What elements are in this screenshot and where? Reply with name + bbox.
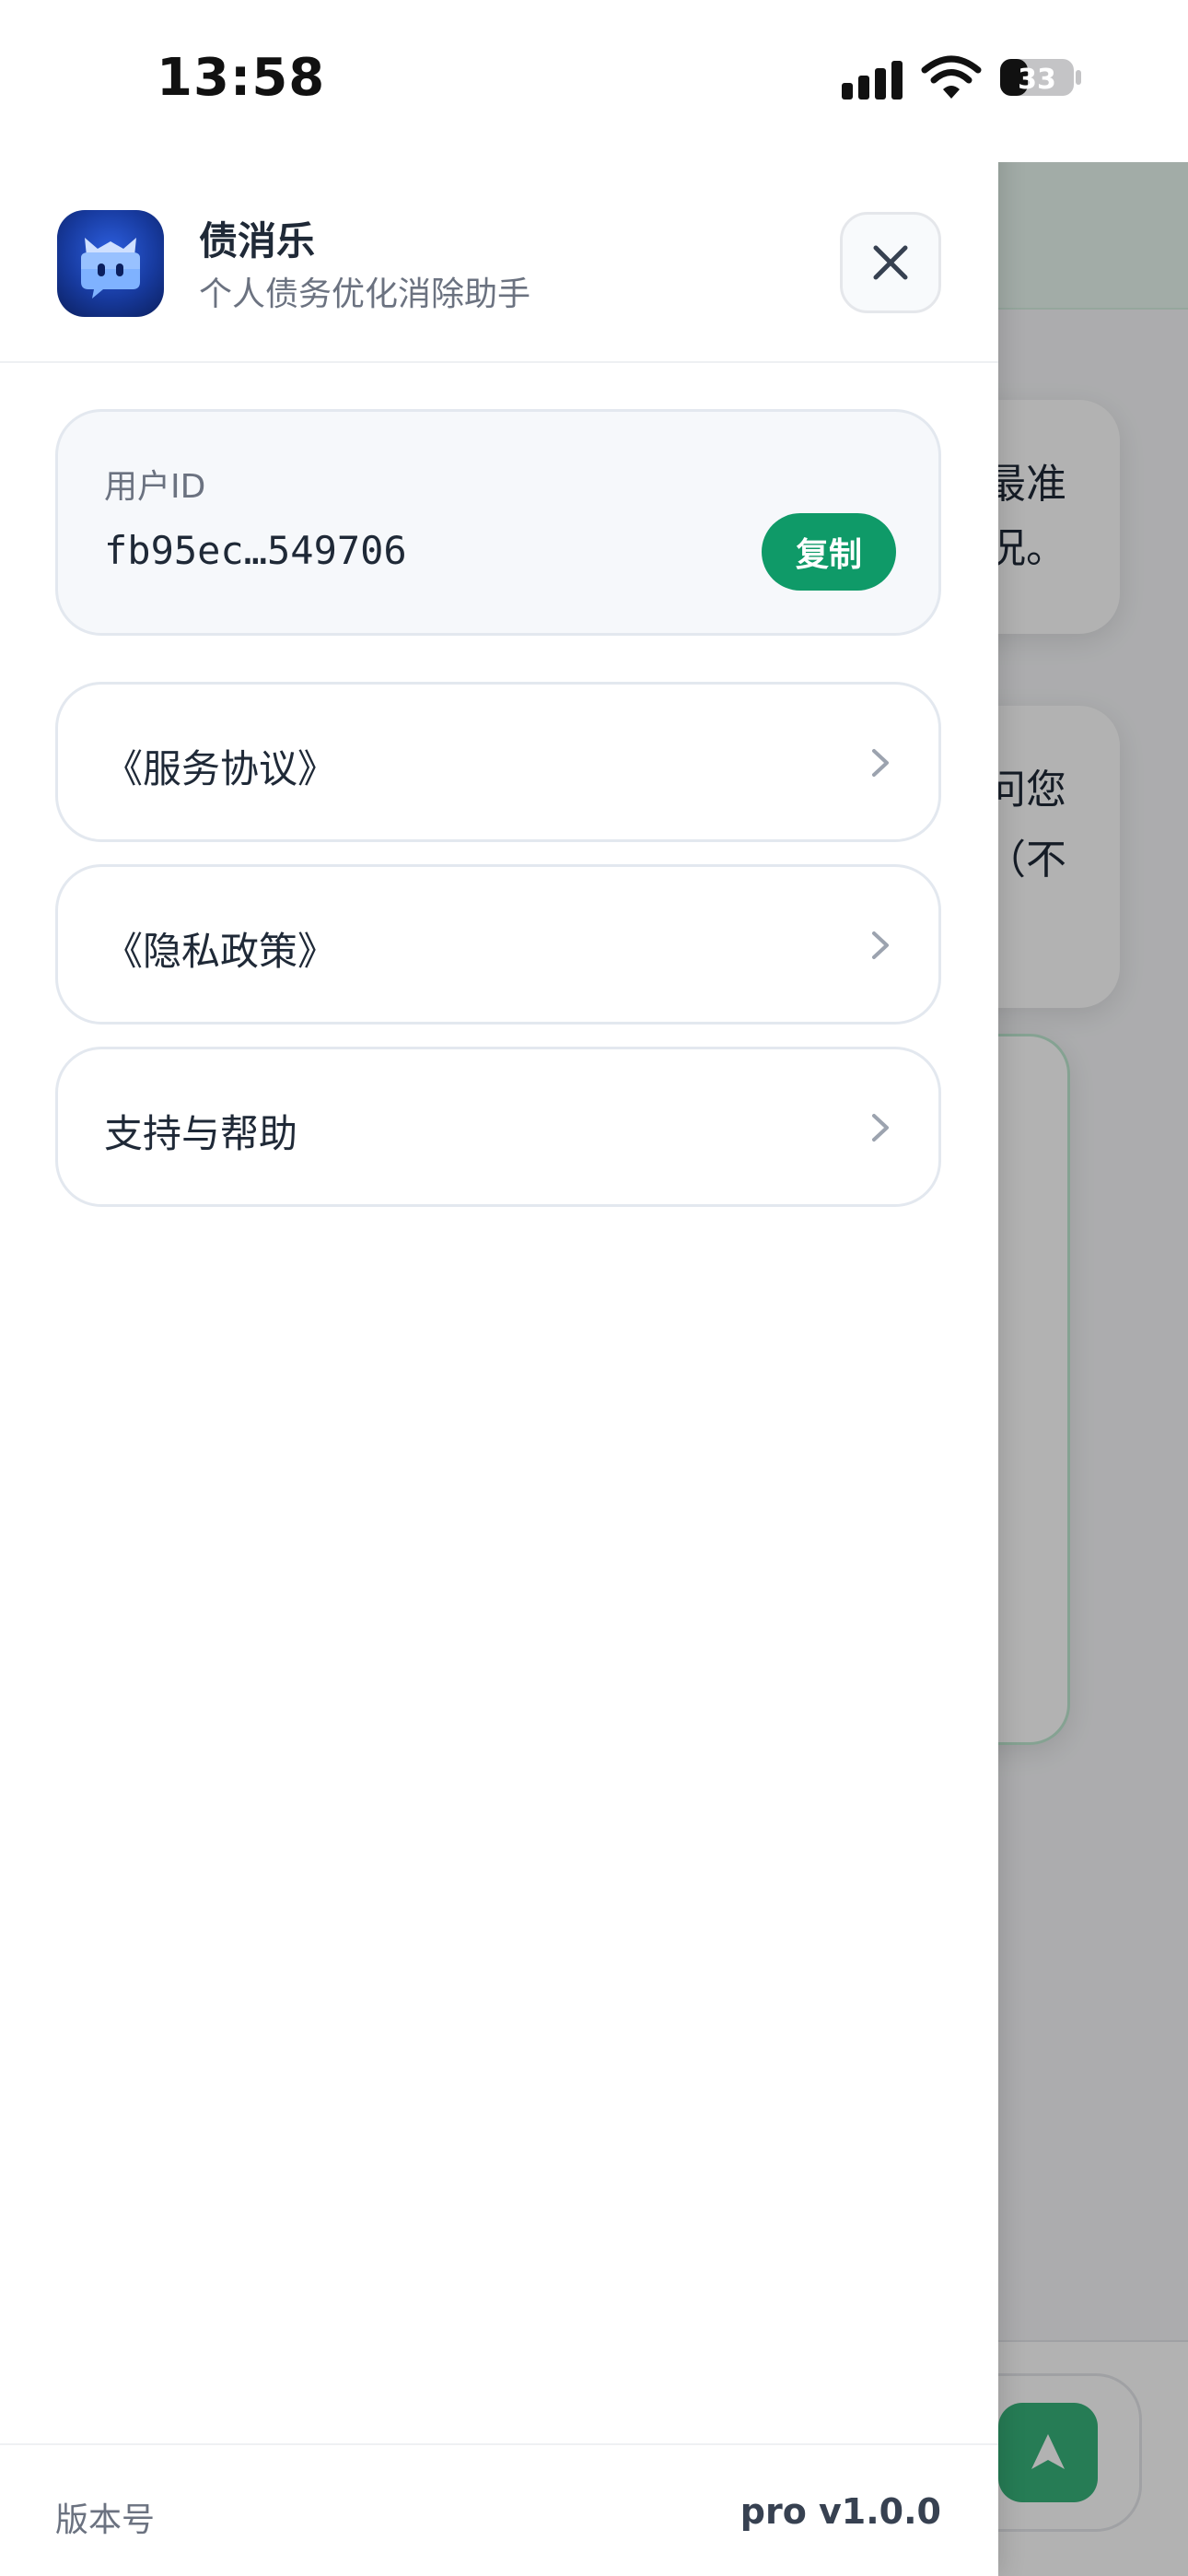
close-button[interactable]: [840, 212, 941, 313]
robot-chat-logo-icon: [57, 210, 164, 317]
status-time: 13:58: [157, 48, 326, 108]
version-value: pro v1.0.0: [740, 2491, 941, 2532]
chevron-right-icon: [872, 749, 889, 777]
drawer-header: 债消乐 个人债务优化消除助手: [0, 162, 998, 363]
screen: 最准 况。 问您 （不 债消乐 个人债务优化消除助手 用户ID fb95ec…5…: [0, 0, 1188, 2576]
chevron-right-icon: [872, 931, 889, 959]
menu-item-label: 支持与帮助: [104, 1111, 298, 1156]
side-drawer: 债消乐 个人债务优化消除助手 用户ID fb95ec…549706 复制 《服务…: [0, 0, 998, 2576]
status-bar: 13:58 33: [0, 0, 1188, 162]
menu-item-label: 《隐私政策》: [104, 929, 337, 974]
menu-item-service-agreement[interactable]: 《服务协议》: [55, 682, 941, 842]
menu-item-privacy-policy[interactable]: 《隐私政策》: [55, 864, 941, 1025]
wifi-icon: [921, 55, 982, 99]
user-id-label: 用户ID: [104, 468, 206, 506]
user-id-card: 用户ID fb95ec…549706 复制: [55, 409, 941, 636]
chevron-right-icon: [872, 1114, 889, 1142]
drawer-footer: 版本号 pro v1.0.0: [0, 2443, 998, 2576]
battery-level: 33: [1018, 64, 1056, 96]
menu-item-label: 《服务协议》: [104, 746, 337, 791]
signal-icon: [842, 57, 906, 100]
version-label: 版本号: [55, 2501, 156, 2539]
user-id-value: fb95ec…549706: [104, 528, 407, 573]
app-tagline: 个人债务优化消除助手: [199, 275, 531, 313]
menu-item-support-help[interactable]: 支持与帮助: [55, 1047, 941, 1207]
battery-icon: 33: [1000, 59, 1081, 96]
copy-button[interactable]: 复制: [762, 513, 896, 591]
app-name: 债消乐: [199, 218, 316, 263]
close-icon: [873, 245, 908, 280]
